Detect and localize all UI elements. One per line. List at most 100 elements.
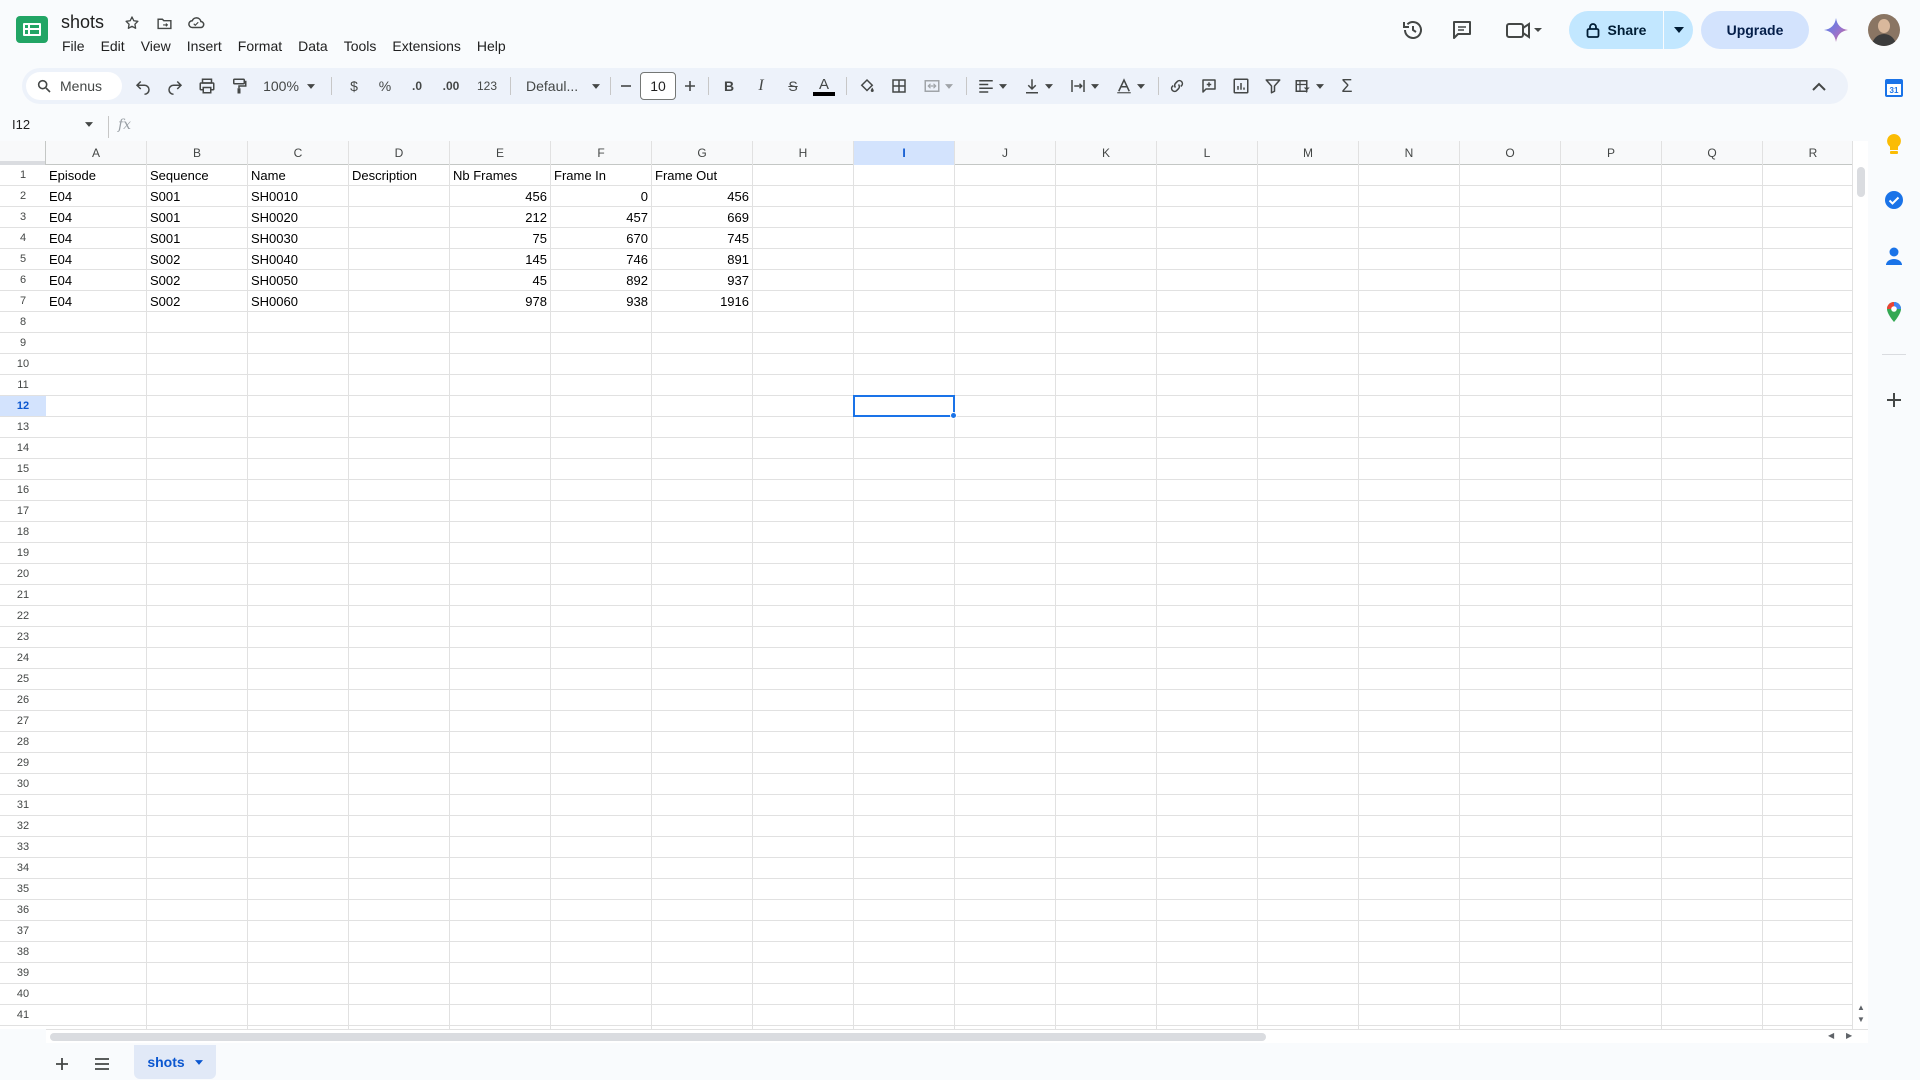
vertical-scroll-thumb[interactable] (1857, 167, 1865, 197)
row-header-11[interactable]: 11 (0, 375, 46, 396)
decrease-decimal-button[interactable]: .0 (404, 72, 430, 100)
row-header-22[interactable]: 22 (0, 606, 46, 627)
column-header-j[interactable]: J (955, 141, 1056, 165)
scroll-up-arrow-icon[interactable]: ▲ (1857, 1003, 1865, 1012)
column-header-m[interactable]: M (1258, 141, 1359, 165)
decrease-font-size-icon[interactable] (616, 72, 636, 100)
header-cell[interactable]: Nb Frames (450, 165, 550, 186)
row-header-20[interactable]: 20 (0, 564, 46, 585)
sheet-tab-shots[interactable]: shots (134, 1045, 216, 1079)
share-button[interactable]: Share (1569, 11, 1663, 49)
font-family-select[interactable]: Defaul... (518, 72, 604, 100)
row-header-6[interactable]: 6 (0, 270, 46, 291)
table-cell[interactable]: 456 (652, 186, 752, 207)
table-cell[interactable]: SH0040 (248, 249, 348, 270)
active-cell-selection[interactable] (853, 395, 955, 417)
add-sheet-icon[interactable] (50, 1052, 74, 1076)
text-wrapping-icon[interactable] (1064, 72, 1104, 100)
comments-icon[interactable] (1448, 16, 1476, 44)
row-header-40[interactable]: 40 (0, 984, 46, 1005)
scroll-left-arrow-icon[interactable]: ◀ (1828, 1031, 1834, 1040)
sheets-logo-icon[interactable] (16, 16, 48, 43)
row-header-28[interactable]: 28 (0, 732, 46, 753)
header-cell[interactable]: Sequence (147, 165, 247, 186)
borders-icon[interactable] (886, 72, 912, 100)
functions-button[interactable]: Σ (1334, 72, 1360, 100)
version-history-icon[interactable] (1399, 16, 1427, 44)
table-cell[interactable]: SH0050 (248, 270, 348, 291)
menu-data[interactable]: Data (290, 36, 336, 56)
table-cell[interactable]: SH0020 (248, 207, 348, 228)
caret-down-icon[interactable] (194, 1059, 203, 1065)
menu-format[interactable]: Format (230, 36, 290, 56)
gemini-sparkle-icon[interactable] (1822, 16, 1850, 44)
table-cell[interactable]: SH0010 (248, 186, 348, 207)
insert-comment-icon[interactable] (1196, 72, 1222, 100)
column-header-p[interactable]: P (1561, 141, 1662, 165)
table-cell[interactable]: E04 (46, 291, 146, 312)
row-header-14[interactable]: 14 (0, 438, 46, 459)
table-cell[interactable]: S001 (147, 228, 247, 249)
table-cell[interactable]: S001 (147, 186, 247, 207)
table-cell[interactable]: 978 (450, 291, 550, 312)
column-header-g[interactable]: G (652, 141, 753, 165)
row-header-5[interactable]: 5 (0, 249, 46, 270)
table-cell[interactable]: 937 (652, 270, 752, 291)
meet-icon[interactable] (1505, 16, 1545, 44)
column-header-h[interactable]: H (753, 141, 854, 165)
document-title[interactable]: shots (61, 12, 104, 33)
row-header-39[interactable]: 39 (0, 963, 46, 984)
row-header-18[interactable]: 18 (0, 522, 46, 543)
table-cell[interactable]: 746 (551, 249, 651, 270)
all-sheets-icon[interactable] (90, 1052, 114, 1076)
row-header-30[interactable]: 30 (0, 774, 46, 795)
table-cell[interactable]: SH0060 (248, 291, 348, 312)
table-cell[interactable]: 75 (450, 228, 550, 249)
column-header-i[interactable]: I (854, 141, 955, 165)
menu-tools[interactable]: Tools (336, 36, 385, 56)
table-cell[interactable]: 670 (551, 228, 651, 249)
column-header-e[interactable]: E (450, 141, 551, 165)
header-cell[interactable]: Name (248, 165, 348, 186)
row-header-32[interactable]: 32 (0, 816, 46, 837)
share-dropdown-button[interactable] (1664, 11, 1693, 49)
row-header-24[interactable]: 24 (0, 648, 46, 669)
cell-area[interactable]: Episode Sequence Name Description Nb Frames F… (46, 165, 1852, 1029)
row-header-41[interactable]: 41 (0, 1005, 46, 1026)
vertical-align-icon[interactable] (1018, 72, 1058, 100)
table-cell[interactable]: 938 (551, 291, 651, 312)
column-header-k[interactable]: K (1056, 141, 1157, 165)
increase-decimal-button[interactable]: .00 (436, 72, 466, 100)
row-header-36[interactable]: 36 (0, 900, 46, 921)
table-cell[interactable]: SH0030 (248, 228, 348, 249)
row-header-4[interactable]: 4 (0, 228, 46, 249)
table-cell[interactable]: E04 (46, 270, 146, 291)
row-header-9[interactable]: 9 (0, 333, 46, 354)
cloud-status-icon[interactable] (186, 13, 206, 33)
fill-color-icon[interactable] (854, 72, 880, 100)
calendar-icon[interactable]: 31 (1882, 76, 1906, 100)
zoom-select[interactable]: 100% (258, 72, 320, 100)
column-header-r[interactable]: R (1763, 141, 1852, 165)
account-avatar[interactable] (1868, 14, 1900, 46)
fill-handle[interactable] (950, 412, 957, 419)
table-cell[interactable]: 1916 (652, 291, 752, 312)
scroll-down-arrow-icon[interactable]: ▼ (1857, 1015, 1865, 1024)
row-header-35[interactable]: 35 (0, 879, 46, 900)
row-header-8[interactable]: 8 (0, 312, 46, 333)
print-icon[interactable] (194, 72, 220, 100)
column-header-l[interactable]: L (1157, 141, 1258, 165)
row-header-25[interactable]: 25 (0, 669, 46, 690)
currency-format-button[interactable]: $ (342, 72, 366, 100)
row-header-38[interactable]: 38 (0, 942, 46, 963)
table-cell[interactable]: 145 (450, 249, 550, 270)
table-cell[interactable]: 891 (652, 249, 752, 270)
strikethrough-button[interactable]: S (780, 72, 806, 100)
row-header-1[interactable]: 1 (0, 165, 46, 186)
vertical-scrollbar[interactable]: ▲ ▼ (1852, 141, 1868, 1029)
row-header-17[interactable]: 17 (0, 501, 46, 522)
row-header-10[interactable]: 10 (0, 354, 46, 375)
filter-icon[interactable] (1260, 72, 1286, 100)
row-header-12[interactable]: 12 (0, 396, 46, 417)
table-cell[interactable]: 45 (450, 270, 550, 291)
